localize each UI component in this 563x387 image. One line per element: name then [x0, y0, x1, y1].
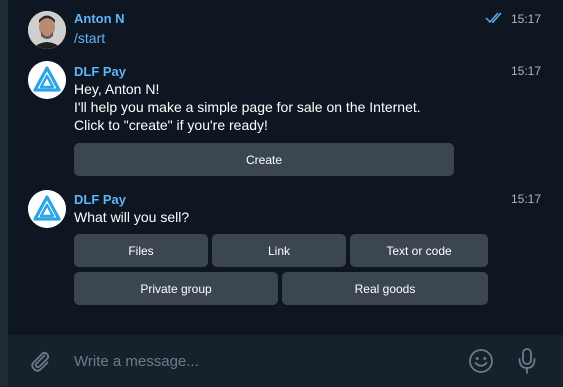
create-button[interactable]: Create — [74, 143, 454, 176]
sender-name[interactable]: DLF Pay — [74, 64, 126, 79]
message-bot-greeting: DLF Pay 15:17 Hey, Anton N! I'll help yo… — [8, 52, 563, 182]
smile-icon[interactable] — [468, 348, 494, 374]
message-input[interactable] — [74, 351, 454, 371]
message-line: Click to "create" if you're ready! — [74, 117, 268, 133]
command-link[interactable]: /start — [74, 29, 105, 47]
real-goods-button[interactable]: Real goods — [282, 272, 488, 305]
double-check-icon — [485, 12, 505, 27]
avatar[interactable] — [28, 190, 66, 228]
avatar[interactable] — [28, 11, 66, 49]
sender-name[interactable]: Anton N — [74, 11, 125, 26]
files-button[interactable]: Files — [74, 234, 208, 267]
sender-name[interactable]: DLF Pay — [74, 192, 126, 207]
dlf-pay-logo-icon — [28, 190, 66, 228]
message-time: 15:17 — [510, 64, 541, 78]
message-time: 15:17 — [510, 192, 541, 206]
message-time: 15:17 — [510, 12, 541, 26]
avatar[interactable] — [28, 61, 66, 99]
link-button[interactable]: Link — [212, 234, 346, 267]
message-line: I'll help you make a simple page for sal… — [74, 99, 421, 115]
message-line: Hey, Anton N! — [74, 81, 160, 97]
message-user-start: Anton N 15:17 /start — [8, 0, 563, 52]
message-composer — [8, 334, 563, 387]
private-group-button[interactable]: Private group — [74, 272, 278, 305]
microphone-icon[interactable] — [516, 347, 538, 375]
dlf-pay-logo-icon — [28, 61, 66, 99]
text-or-code-button[interactable]: Text or code — [350, 234, 488, 267]
chat-history: Anton N 15:17 /start DLF Pay 15:17 Hey, … — [8, 0, 563, 334]
message-line: What will you sell? — [74, 209, 190, 225]
paperclip-icon[interactable] — [28, 349, 52, 373]
user-photo-icon — [28, 11, 66, 49]
message-bot-question: DLF Pay 15:17 What will you sell? Files … — [8, 182, 563, 312]
telegram-window: Anton N 15:17 /start DLF Pay 15:17 Hey, … — [0, 0, 563, 387]
